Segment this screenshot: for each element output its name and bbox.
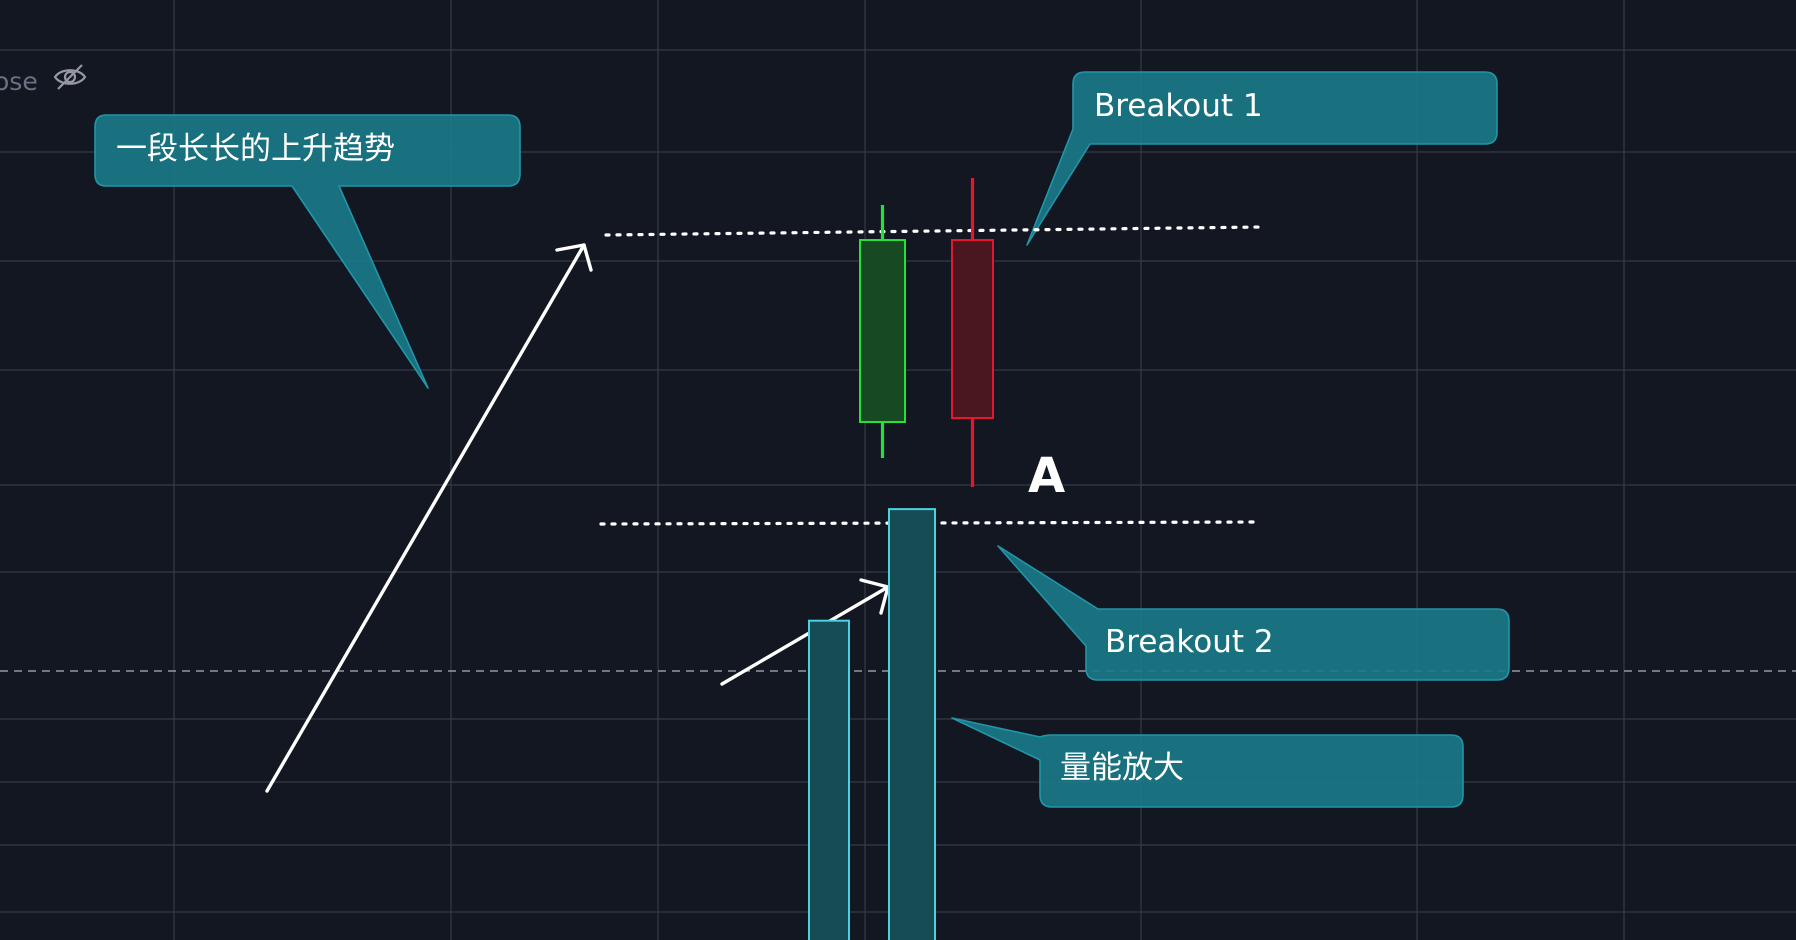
chart-canvas[interactable]: ose 一段长长的上升趋势 Breakout 1 Breakout 2 量能放大… bbox=[0, 0, 1796, 940]
volume-callout-text: 量能放大 bbox=[1060, 750, 1184, 786]
volume-bar bbox=[808, 619, 850, 940]
breakout1-callout-text: Breakout 1 bbox=[1094, 88, 1263, 124]
eye-off-icon[interactable] bbox=[52, 62, 88, 92]
volume-layer bbox=[808, 508, 936, 940]
uptrend-arrowhead bbox=[555, 243, 593, 272]
uptrend-arrow bbox=[265, 243, 586, 793]
uptrend-callout-text: 一段长长的上升趋势 bbox=[116, 131, 395, 167]
volume-arrow bbox=[720, 585, 890, 686]
breakout1-level-line bbox=[604, 225, 1264, 237]
candles-layer bbox=[859, 178, 994, 487]
breakout2-callout-text: Breakout 2 bbox=[1105, 624, 1274, 660]
arrows-layer bbox=[265, 243, 890, 793]
levels-layer bbox=[599, 225, 1264, 526]
volume-bar bbox=[888, 508, 936, 940]
legend-label: ose bbox=[0, 67, 38, 96]
bear-candle-body bbox=[951, 239, 994, 419]
volume-callout bbox=[951, 717, 1464, 808]
bull-candle-body bbox=[859, 239, 906, 423]
point-a-label: A bbox=[1028, 448, 1066, 504]
callouts-layer bbox=[94, 71, 1510, 808]
